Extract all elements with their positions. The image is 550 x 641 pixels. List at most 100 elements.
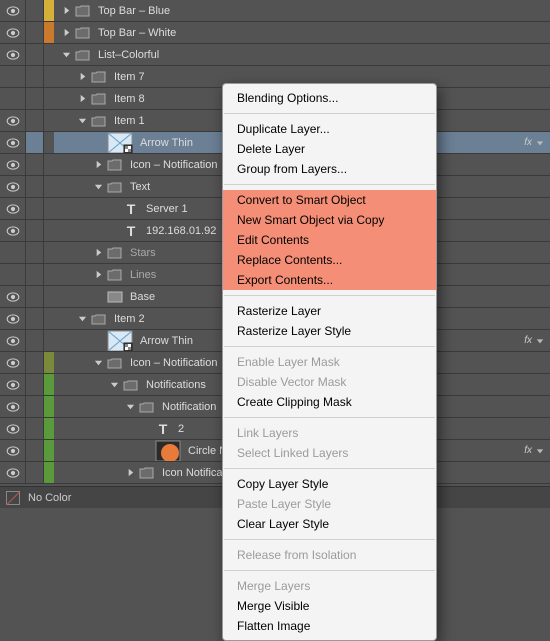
visibility-toggle[interactable]: [0, 198, 26, 219]
fx-indicator[interactable]: fx: [524, 445, 544, 456]
visibility-toggle[interactable]: [0, 154, 26, 175]
layer-name[interactable]: Icon – Notification: [130, 357, 217, 369]
disclosure-triangle[interactable]: [124, 401, 136, 413]
folder-icon: [122, 376, 140, 394]
disclosure-triangle[interactable]: [108, 379, 120, 391]
fx-indicator[interactable]: fx: [524, 335, 544, 346]
visibility-toggle[interactable]: [0, 286, 26, 307]
menu-item[interactable]: Group from Layers...: [223, 159, 436, 179]
lock-column: [26, 330, 44, 351]
visibility-toggle[interactable]: [0, 440, 26, 461]
visibility-toggle[interactable]: [0, 176, 26, 197]
disclosure-triangle[interactable]: [76, 93, 88, 105]
layer-name[interactable]: List–Colorful: [98, 49, 159, 61]
menu-item[interactable]: Create Clipping Mask: [223, 392, 436, 412]
visibility-toggle[interactable]: [0, 418, 26, 439]
layer-name[interactable]: Stars: [130, 247, 156, 259]
footer-label[interactable]: No Color: [28, 492, 71, 504]
visibility-toggle[interactable]: [0, 374, 26, 395]
layer-name[interactable]: Top Bar – White: [98, 27, 176, 39]
layer-row[interactable]: Top Bar – White: [0, 22, 550, 44]
menu-item[interactable]: Export Contents...: [223, 270, 436, 290]
disclosure-triangle[interactable]: [92, 159, 104, 171]
disclosure-triangle[interactable]: [60, 49, 72, 61]
chevron-down-icon[interactable]: [536, 139, 544, 147]
disclosure-triangle[interactable]: [92, 247, 104, 259]
visibility-toggle[interactable]: [0, 462, 26, 483]
disclosure-triangle[interactable]: [76, 115, 88, 127]
menu-item[interactable]: Delete Layer: [223, 139, 436, 159]
folder-icon: [90, 112, 108, 130]
folder-icon: [106, 354, 124, 372]
visibility-toggle[interactable]: [0, 44, 26, 65]
layer-name[interactable]: Top Bar – Blue: [98, 5, 170, 17]
menu-item[interactable]: Flatten Image: [223, 616, 436, 636]
disclosure-triangle[interactable]: [60, 27, 72, 39]
layer-name[interactable]: Item 2: [114, 313, 145, 325]
visibility-toggle[interactable]: [0, 308, 26, 329]
menu-item[interactable]: Rasterize Layer: [223, 301, 436, 321]
layer-name[interactable]: 192.168.01.92: [146, 225, 216, 237]
layer-name[interactable]: Lines: [130, 269, 156, 281]
layer-row[interactable]: List–Colorful: [0, 44, 550, 66]
menu-item[interactable]: Merge Visible: [223, 596, 436, 616]
menu-item[interactable]: New Smart Object via Copy: [223, 210, 436, 230]
visibility-toggle[interactable]: [0, 66, 26, 87]
visibility-toggle[interactable]: [0, 132, 26, 153]
visibility-toggle[interactable]: [0, 330, 26, 351]
visibility-toggle[interactable]: [0, 264, 26, 285]
menu-item[interactable]: Clear Layer Style: [223, 514, 436, 534]
visibility-toggle[interactable]: [0, 242, 26, 263]
layer-name[interactable]: Server 1: [146, 203, 188, 215]
layer-name[interactable]: Icon – Notification: [130, 159, 217, 171]
layer-name[interactable]: Base: [130, 291, 155, 303]
visibility-toggle[interactable]: [0, 88, 26, 109]
chevron-down-icon[interactable]: [536, 447, 544, 455]
layer-name[interactable]: Notifications: [146, 379, 206, 391]
menu-item[interactable]: Convert to Smart Object: [223, 190, 436, 210]
layer-main[interactable]: List–Colorful: [54, 44, 550, 65]
color-label-strip: [44, 220, 54, 241]
disclosure-triangle[interactable]: [92, 269, 104, 281]
lock-column: [26, 66, 44, 87]
no-color-swatch[interactable]: [6, 491, 20, 505]
menu-item[interactable]: Duplicate Layer...: [223, 119, 436, 139]
disclosure-triangle[interactable]: [92, 181, 104, 193]
layer-name[interactable]: Arrow Thin: [140, 335, 193, 347]
layer-row[interactable]: Top Bar – Blue: [0, 0, 550, 22]
color-label-strip: [44, 462, 54, 483]
folder-icon: [74, 24, 92, 42]
menu-item[interactable]: Blending Options...: [223, 88, 436, 108]
disclosure-triangle[interactable]: [92, 357, 104, 369]
visibility-toggle[interactable]: [0, 396, 26, 417]
layer-name[interactable]: Arrow Thin: [140, 137, 193, 149]
visibility-toggle[interactable]: [0, 22, 26, 43]
disclosure-triangle[interactable]: [76, 313, 88, 325]
menu-item[interactable]: Edit Contents: [223, 230, 436, 250]
visibility-toggle[interactable]: [0, 352, 26, 373]
text-icon: T: [122, 200, 140, 218]
fx-indicator[interactable]: fx: [524, 137, 544, 148]
menu-item[interactable]: Rasterize Layer Style: [223, 321, 436, 341]
disclosure-triangle[interactable]: [76, 71, 88, 83]
visibility-toggle[interactable]: [0, 220, 26, 241]
lock-column: [26, 132, 44, 153]
layer-name[interactable]: Item 1: [114, 115, 145, 127]
layer-main[interactable]: Top Bar – Blue: [54, 0, 550, 21]
chevron-down-icon[interactable]: [536, 337, 544, 345]
layer-name[interactable]: 2: [178, 423, 184, 435]
layer-name[interactable]: Item 7: [114, 71, 145, 83]
visibility-toggle[interactable]: [0, 0, 26, 21]
layer-name[interactable]: Notification: [162, 401, 216, 413]
layer-name[interactable]: Text: [130, 181, 150, 193]
disclosure-triangle[interactable]: [60, 5, 72, 17]
visibility-toggle[interactable]: [0, 110, 26, 131]
layer-main[interactable]: Top Bar – White: [54, 22, 550, 43]
layer-name[interactable]: Item 8: [114, 93, 145, 105]
context-menu[interactable]: Blending Options... Duplicate Layer...Del…: [222, 83, 437, 641]
menu-item[interactable]: Replace Contents...: [223, 250, 436, 270]
color-label-strip: [44, 308, 54, 329]
menu-item[interactable]: Copy Layer Style: [223, 474, 436, 494]
color-label-strip: [44, 0, 54, 21]
disclosure-triangle[interactable]: [124, 467, 136, 479]
